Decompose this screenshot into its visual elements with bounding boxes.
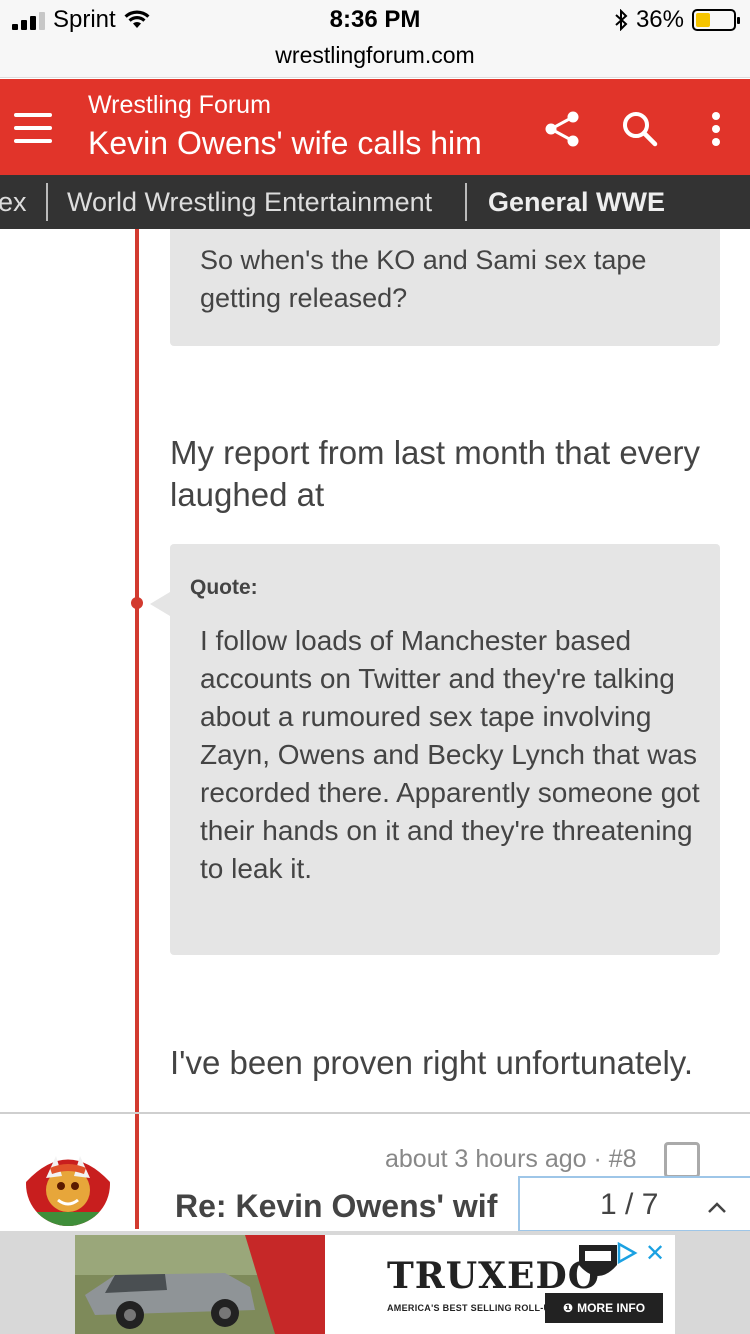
bluetooth-icon xyxy=(615,9,628,31)
quote-label: Quote: xyxy=(190,576,258,599)
battery-info: 36% xyxy=(614,6,740,34)
thread-dot xyxy=(131,597,143,609)
adchoices-icon[interactable] xyxy=(615,1241,639,1265)
post-title[interactable]: Re: Kevin Owens' wif xyxy=(175,1188,497,1225)
ad-truck-image xyxy=(75,1235,325,1334)
search-icon[interactable] xyxy=(618,107,662,151)
page-navigator[interactable]: 1 / 7 xyxy=(518,1176,750,1232)
avatar[interactable] xyxy=(26,1142,110,1226)
battery-icon xyxy=(692,9,740,31)
url-bar[interactable]: wrestlingforum.com xyxy=(0,40,750,78)
post-divider xyxy=(0,1112,750,1114)
breadcrumb-item-prev[interactable]: ex xyxy=(0,187,27,218)
multi-quote-checkbox[interactable] xyxy=(664,1142,700,1178)
ad-more-info-button[interactable]: ❶ MORE INFO xyxy=(545,1293,663,1323)
breadcrumb-item-general-wwe[interactable]: General WWE xyxy=(488,187,665,218)
breadcrumb-separator xyxy=(465,183,467,221)
thread-line xyxy=(135,229,139,1229)
post-text: My report from last month that every lau… xyxy=(170,434,701,513)
chevron-up-icon[interactable] xyxy=(704,1194,730,1220)
ad-more-label: MORE INFO xyxy=(577,1301,646,1315)
post-text: I've been proven right unfortunately. xyxy=(170,1044,694,1081)
more-options-icon[interactable] xyxy=(694,107,738,151)
breadcrumb: ex World Wrestling Entertainment General… xyxy=(0,175,750,229)
site-title[interactable]: Wrestling Forum xyxy=(88,91,271,120)
ad-brand: TRUXEDO xyxy=(387,1255,601,1297)
close-ad-icon[interactable]: ✕ xyxy=(645,1239,665,1268)
app-header: Wrestling Forum Kevin Owens' wife calls … xyxy=(0,79,750,175)
share-icon[interactable] xyxy=(540,107,584,151)
quote-block: So when's the KO and Sami sex tape getti… xyxy=(170,229,720,346)
breadcrumb-item-wwe[interactable]: World Wrestling Entertainment xyxy=(67,187,432,218)
hamburger-menu-icon[interactable] xyxy=(14,113,52,143)
status-bar: Sprint 8:36 PM 36% xyxy=(0,0,750,40)
info-icon: ❶ xyxy=(562,1301,574,1315)
breadcrumb-separator xyxy=(46,183,48,221)
thread-title: Kevin Owens' wife calls him xyxy=(88,125,482,161)
post-meta: about 3 hours ago · #8 xyxy=(385,1145,637,1173)
quote-text: So when's the KO and Sami sex tape getti… xyxy=(200,245,647,313)
page-count: 1 / 7 xyxy=(600,1188,659,1221)
battery-percent: 36% xyxy=(635,6,684,33)
quote-block: Quote: I follow loads of Manchester base… xyxy=(150,544,720,955)
ad-banner[interactable]: TRUXEDO AMERICA'S BEST SELLING ROLL-UP C… xyxy=(75,1235,675,1334)
quote-text: I follow loads of Manchester based accou… xyxy=(200,625,700,884)
